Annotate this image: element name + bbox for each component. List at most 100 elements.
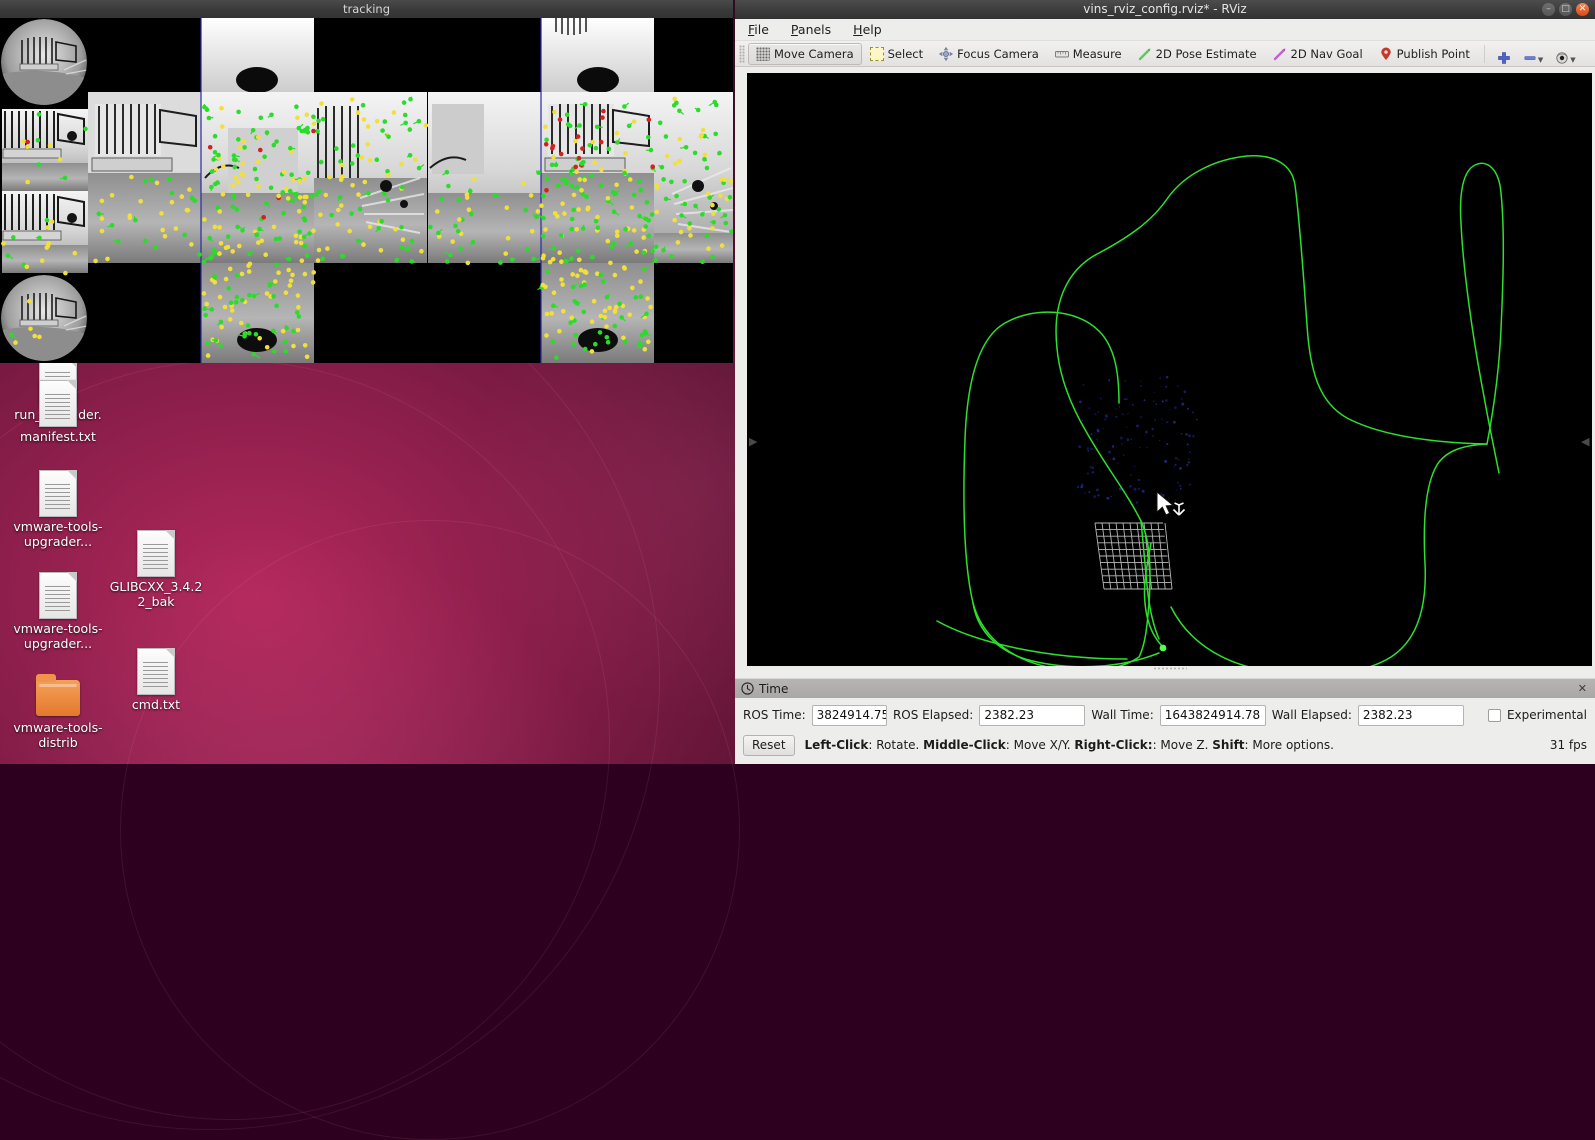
menu-file[interactable]: File: [745, 21, 772, 38]
select-icon: [870, 47, 884, 61]
tool-select[interactable]: Select: [862, 43, 931, 65]
add-tool-button[interactable]: [1491, 43, 1517, 65]
tool-move-camera-label: Move Camera: [774, 47, 854, 61]
menu-help[interactable]: Help: [850, 21, 885, 38]
ros-time-input[interactable]: 3824914.75: [812, 705, 887, 726]
reset-button[interactable]: Reset: [743, 735, 795, 756]
tool-publish-point[interactable]: Publish Point: [1371, 43, 1478, 65]
hint-segment: Middle-Click: [923, 738, 1006, 752]
time-panel-header[interactable]: Time ✕: [735, 678, 1595, 698]
clock-icon: [741, 682, 754, 695]
nav-goal-arrow-icon: [1273, 47, 1287, 61]
rviz-window-title: vins_rviz_config.rviz* - RViz: [1083, 2, 1246, 16]
hint-segment: Left-Click: [805, 738, 869, 752]
time-panel: Time ✕ ROS Time: 3824914.75 ROS Elapsed:…: [735, 678, 1595, 764]
document-icon: [39, 380, 77, 427]
pose-estimate-arrow-icon: [1138, 47, 1152, 61]
tracking-feature-image: [0, 18, 733, 363]
document-lines: [45, 484, 70, 510]
rviz-toolbar: Move Camera Select Focus Camera Me: [735, 41, 1595, 67]
hint-segment: : Rotate.: [868, 738, 923, 752]
tool-2d-pose-estimate[interactable]: 2D Pose Estimate: [1130, 43, 1265, 65]
ros-elapsed-label: ROS Elapsed:: [893, 708, 973, 722]
tool-measure[interactable]: Measure: [1047, 43, 1130, 65]
rviz-titlebar[interactable]: vins_rviz_config.rviz* - RViz – □ ✕: [735, 0, 1595, 19]
hint-segment: Right-Click:: [1074, 738, 1152, 752]
rviz-window[interactable]: vins_rviz_config.rviz* - RViz – □ ✕ File…: [735, 0, 1595, 764]
remove-tool-button[interactable]: ▼: [1517, 43, 1549, 65]
tool-focus-camera-label: Focus Camera: [957, 47, 1039, 61]
desktop-icon-2[interactable]: vmware-tools-upgrader...: [10, 470, 106, 549]
ros-elapsed-input[interactable]: 2382.23: [979, 705, 1085, 726]
desktop-icon-label: GLIBCXX_3.4.22_bak: [108, 580, 204, 609]
mouse-cursor: [1155, 491, 1195, 525]
desktop-icon-label: vmware-tools-distrib: [10, 721, 106, 750]
experimental-checkbox[interactable]: [1488, 709, 1501, 722]
tool-2d-nav-goal[interactable]: 2D Nav Goal: [1265, 43, 1371, 65]
desktop-icon-6[interactable]: cmd.txt: [108, 648, 204, 713]
minimize-icon[interactable]: –: [1542, 3, 1555, 16]
chevron-down-icon[interactable]: ▼: [1570, 56, 1575, 64]
desktop-icon-5[interactable]: GLIBCXX_3.4.22_bak: [108, 530, 204, 609]
hint-segment: : Move X/Y.: [1006, 738, 1075, 752]
rviz-menubar: File Panels Help: [735, 19, 1595, 41]
tool-select-label: Select: [888, 47, 923, 61]
experimental-checkbox-wrap[interactable]: Experimental: [1488, 708, 1587, 722]
tool-measure-label: Measure: [1073, 47, 1122, 61]
focus-camera-icon: [939, 47, 953, 61]
desktop-icon-1[interactable]: manifest.txt: [10, 380, 106, 445]
status-bar: Reset Left-Click: Rotate. Middle-Click: …: [735, 732, 1595, 758]
move-camera-icon: [756, 47, 770, 61]
toolbar-drag-handle[interactable]: [739, 45, 745, 63]
left-panel-expander-icon[interactable]: ▶: [749, 435, 759, 449]
pointcloud-map-points: [1077, 376, 1198, 504]
tool-focus-camera[interactable]: Focus Camera: [931, 43, 1047, 65]
tracking-svg: [0, 18, 733, 363]
document-lines: [45, 586, 70, 612]
ros-time-label: ROS Time:: [743, 708, 806, 722]
tool-2d-nav-goal-label: 2D Nav Goal: [1291, 47, 1363, 61]
document-lines: [143, 662, 168, 688]
window-controls: – □ ✕: [1542, 3, 1589, 16]
maximize-icon[interactable]: □: [1559, 3, 1572, 16]
tracking-window-titlebar[interactable]: tracking: [0, 0, 733, 18]
ground-grid: [1095, 523, 1172, 589]
hint-segment: : More options.: [1245, 738, 1334, 752]
wall-elapsed-input[interactable]: 2382.23: [1358, 705, 1464, 726]
splitter-grip: [1153, 667, 1187, 670]
desktop-icon-label: vmware-tools-upgrader...: [10, 520, 106, 549]
move-camera-cursor-icon: [1174, 503, 1185, 515]
plus-icon: [1497, 51, 1511, 65]
rviz-view-container: ▶ ◀: [735, 67, 1595, 671]
menu-panels[interactable]: Panels: [788, 21, 834, 38]
current-pose-marker: [1160, 645, 1167, 652]
wall-time-input[interactable]: 1643824914.78: [1160, 705, 1266, 726]
time-panel-close-icon[interactable]: ✕: [1576, 682, 1589, 695]
desktop-icon-label: vmware-tools-upgrader...: [10, 622, 106, 651]
chevron-down-icon[interactable]: ▼: [1538, 56, 1543, 64]
time-panel-title: Time: [759, 682, 788, 696]
view-splitter[interactable]: [747, 666, 1592, 671]
close-icon[interactable]: ✕: [1576, 3, 1589, 16]
tool-move-camera[interactable]: Move Camera: [748, 43, 862, 65]
tracking-window-title: tracking: [343, 2, 390, 16]
measure-icon: [1055, 47, 1069, 61]
tool-publish-point-label: Publish Point: [1397, 47, 1470, 61]
tool-2d-pose-estimate-label: 2D Pose Estimate: [1156, 47, 1257, 61]
tracking-window[interactable]: tracking: [0, 0, 733, 363]
document-icon: [137, 530, 175, 577]
right-panel-expander-icon[interactable]: ◀: [1581, 435, 1591, 449]
desktop-icon-label: cmd.txt: [108, 698, 204, 713]
fps-indicator: 31 fps: [1550, 738, 1587, 752]
mouse-hint-text: Left-Click: Rotate. Middle-Click: Move X…: [805, 738, 1334, 752]
3d-render-view[interactable]: ▶ ◀: [747, 73, 1592, 666]
folder-icon: [36, 680, 80, 716]
desktop-icon-label: manifest.txt: [10, 430, 106, 445]
view-tool-button[interactable]: ▼: [1549, 43, 1581, 65]
wall-time-label: Wall Time:: [1091, 708, 1153, 722]
document-icon: [39, 572, 77, 619]
document-icon: [137, 648, 175, 695]
desktop-icon-4[interactable]: vmware-tools-distrib: [10, 676, 106, 750]
desktop-icon-3[interactable]: vmware-tools-upgrader...: [10, 572, 106, 651]
eye-icon: [1555, 51, 1569, 65]
